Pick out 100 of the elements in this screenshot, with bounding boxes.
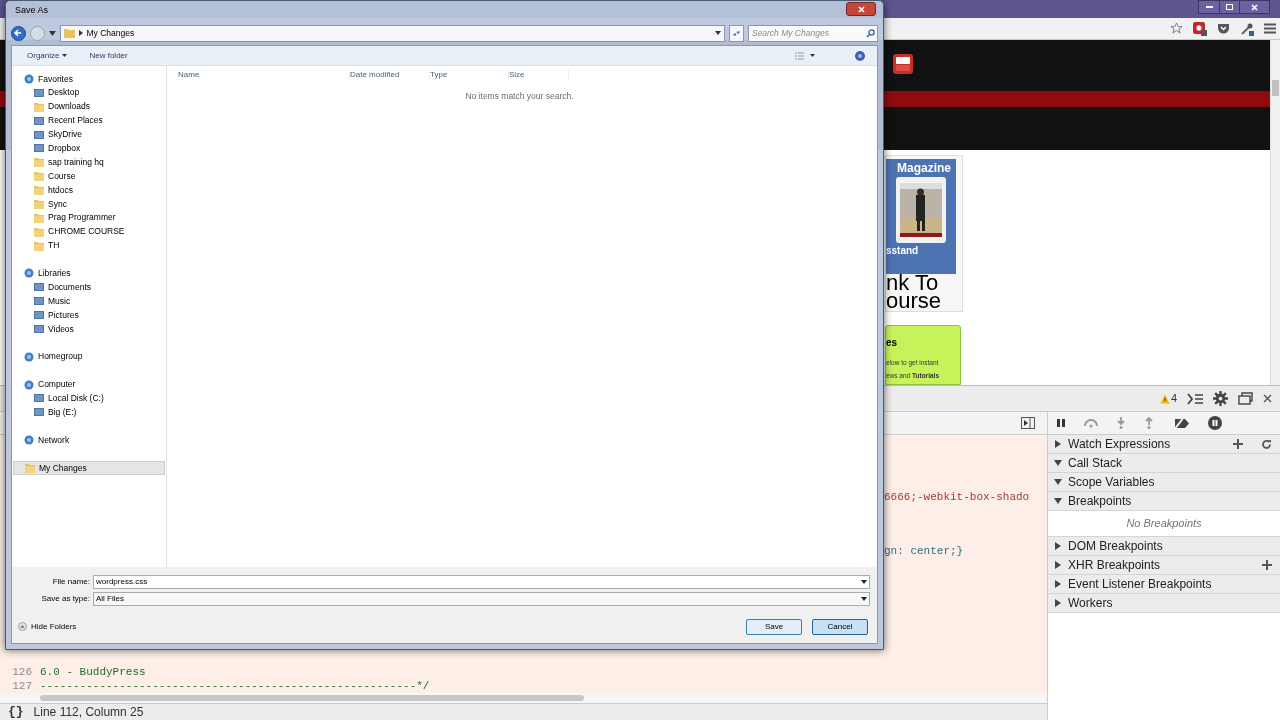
section-title: Scope Variables — [1068, 474, 1156, 491]
breadcrumb[interactable]: My Changes — [86, 26, 135, 40]
nav-item[interactable]: Libraries — [13, 266, 165, 281]
line-number: 126 — [11, 664, 32, 680]
nav-item[interactable]: Pictures — [13, 308, 165, 323]
field-label: File name: — [51, 575, 91, 588]
cursor-position: Line 112, Column 25 — [33, 704, 144, 720]
section-header[interactable]: Watch Expressions — [1048, 435, 1280, 454]
video-icon[interactable] — [893, 54, 913, 74]
nav-item[interactable]: TH — [13, 238, 165, 253]
cancel-button[interactable]: Cancel — [812, 618, 868, 635]
nav-item[interactable]: Recent Places — [13, 113, 165, 128]
help-icon[interactable] — [855, 50, 865, 61]
file-type-dropdown[interactable]: All Files — [93, 591, 870, 606]
column-header[interactable]: Name — [178, 69, 350, 81]
toolbar-button[interactable]: New folder — [89, 49, 128, 62]
format-button[interactable]: {} — [8, 702, 24, 720]
caret-icon[interactable] — [715, 31, 722, 35]
address-bar[interactable]: My Changes — [59, 24, 726, 42]
nav-item[interactable]: Videos — [13, 322, 165, 336]
nav-item[interactable]: Dropbox — [13, 141, 165, 156]
search-field[interactable]: Search My Changes — [747, 24, 878, 42]
folder-icon — [34, 185, 44, 196]
horizontal-scrollbar[interactable] — [0, 693, 1047, 703]
section-header[interactable]: Workers — [1048, 594, 1280, 613]
search-icon[interactable] — [866, 28, 875, 38]
save-button[interactable]: Save — [746, 618, 802, 635]
empty-message: No Breakpoints — [1126, 516, 1202, 532]
collapse-icon — [18, 622, 27, 631]
file-name-field[interactable]: wordpress.css — [93, 574, 870, 589]
code-line: ---------------------------------------------------------*/ — [39, 678, 430, 694]
refresh-button[interactable] — [729, 24, 744, 42]
back-button[interactable] — [11, 25, 26, 41]
section-header[interactable]: Event Listener Breakpoints — [1048, 575, 1280, 594]
magazine-banner[interactable]: Magazine sstand — [886, 159, 956, 274]
nav-item[interactable]: Documents — [13, 280, 165, 295]
column-header[interactable]: Type — [430, 69, 509, 81]
nav-item[interactable]: Favorites — [13, 72, 165, 86]
undock-icon[interactable] — [1238, 392, 1253, 405]
folder-icon — [34, 171, 44, 182]
nav-item[interactable]: CHROME COURSE — [13, 224, 165, 239]
caret-icon[interactable] — [48, 30, 56, 36]
pocket-icon[interactable] — [1217, 22, 1230, 35]
nav-item[interactable]: Homegroup — [13, 349, 165, 364]
folder-icon — [34, 157, 44, 168]
eyedropper-icon[interactable] — [1240, 21, 1254, 36]
expanded-triangle-icon — [1054, 478, 1062, 486]
settings-icon[interactable] — [1213, 391, 1228, 406]
deactivate-breakpoints-icon[interactable] — [1172, 416, 1190, 430]
item-icon — [34, 115, 44, 126]
nav-item[interactable]: SkyDrive — [13, 127, 165, 142]
step-over-icon[interactable] — [1084, 418, 1098, 428]
nav-item[interactable]: Local Disk (C:) — [13, 391, 165, 406]
section-header[interactable]: XHR Breakpoints — [1048, 556, 1280, 575]
star-icon[interactable] — [1170, 22, 1183, 35]
section-header[interactable]: Scope Variables — [1048, 473, 1280, 492]
nav-item[interactable]: Sync — [13, 197, 165, 211]
nav-item[interactable]: Course — [13, 169, 165, 184]
add-icon[interactable] — [1262, 560, 1272, 570]
pause-icon[interactable] — [1056, 418, 1066, 428]
nav-item[interactable]: Music — [13, 294, 165, 309]
caret-icon[interactable] — [810, 54, 815, 57]
close-icon[interactable] — [1263, 394, 1272, 403]
pause-on-exceptions-icon[interactable] — [1208, 416, 1222, 430]
section-header[interactable]: Breakpoints — [1048, 492, 1280, 511]
column-header[interactable]: Size — [509, 69, 569, 81]
warning-count[interactable]: 4 — [1170, 390, 1177, 407]
item-icon — [34, 407, 44, 418]
nav-item[interactable]: Computer — [13, 377, 165, 392]
toolbar-button[interactable]: Organize — [27, 49, 68, 62]
hide-folders-button[interactable]: Hide Folders — [18, 620, 77, 633]
section-header[interactable]: Call Stack — [1048, 454, 1280, 473]
nav-item[interactable]: htdocs — [13, 183, 165, 197]
step-out-icon[interactable] — [1144, 417, 1154, 429]
column-header[interactable]: Date modified — [350, 69, 430, 81]
close-button[interactable] — [846, 2, 876, 16]
sidebar-toggle-icon[interactable] — [1021, 417, 1035, 429]
warning-icon[interactable] — [1159, 393, 1170, 404]
nav-item[interactable]: Network — [13, 433, 165, 448]
nav-item[interactable]: Prag Programmer — [13, 210, 165, 225]
step-into-icon[interactable] — [1116, 417, 1126, 429]
section-title: Watch Expressions — [1068, 436, 1172, 453]
item-icon — [34, 129, 44, 140]
nav-item[interactable]: My Changes — [13, 460, 165, 475]
code-text: 6666;-webkit-box-shado — [884, 490, 1031, 504]
scrollbar[interactable] — [1270, 40, 1280, 385]
menu-icon[interactable] — [1264, 23, 1276, 34]
course-link-text[interactable]: nk To ourse — [886, 274, 962, 310]
extension-icon[interactable] — [1193, 21, 1207, 36]
nav-item[interactable]: sap training hq — [13, 155, 165, 170]
caret-icon[interactable] — [861, 596, 867, 601]
console-icon[interactable] — [1187, 392, 1203, 405]
nav-item[interactable]: Desktop — [13, 85, 165, 100]
nav-item[interactable]: Big (E:) — [13, 405, 165, 420]
caret-icon[interactable] — [861, 579, 867, 584]
add-icon[interactable] — [1233, 439, 1243, 449]
magazine-title: Magazine — [897, 161, 951, 176]
nav-item[interactable]: Downloads — [13, 99, 165, 114]
section-header[interactable]: DOM Breakpoints — [1048, 537, 1280, 556]
refresh-icon[interactable] — [1261, 438, 1272, 450]
